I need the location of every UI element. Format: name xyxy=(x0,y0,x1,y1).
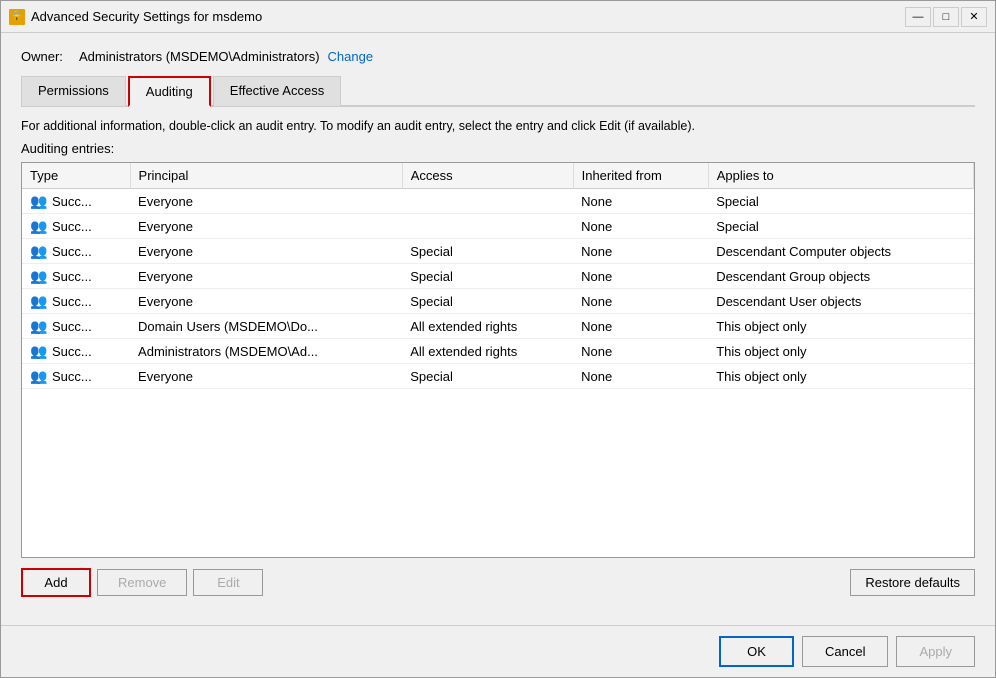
cell-principal: Everyone xyxy=(130,289,402,314)
cell-applies-to: This object only xyxy=(708,339,973,364)
cell-access: Special xyxy=(402,364,573,389)
col-principal: Principal xyxy=(130,163,402,189)
table-row[interactable]: 👥Succ...EveryoneSpecialNoneDescendant Co… xyxy=(22,239,974,264)
remove-button[interactable]: Remove xyxy=(97,569,187,596)
cell-applies-to: This object only xyxy=(708,364,973,389)
cell-principal: Everyone xyxy=(130,364,402,389)
user-icon: 👥 xyxy=(30,243,48,259)
cell-applies-to: This object only xyxy=(708,314,973,339)
tab-effective-access[interactable]: Effective Access xyxy=(213,76,341,107)
table-row[interactable]: 👥Succ...Administrators (MSDEMO\Ad...All … xyxy=(22,339,974,364)
tab-permissions[interactable]: Permissions xyxy=(21,76,126,107)
cell-type: 👥Succ... xyxy=(22,289,130,314)
table-row[interactable]: 👥Succ...Everyone NoneSpecial xyxy=(22,214,974,239)
edit-button[interactable]: Edit xyxy=(193,569,263,596)
window-title: Advanced Security Settings for msdemo xyxy=(31,9,905,24)
cell-access xyxy=(402,189,573,214)
cell-principal: Everyone xyxy=(130,264,402,289)
cell-principal: Administrators (MSDEMO\Ad... xyxy=(130,339,402,364)
user-icon: 👥 xyxy=(30,318,48,334)
cell-applies-to: Descendant User objects xyxy=(708,289,973,314)
table-row[interactable]: 👥Succ...Domain Users (MSDEMO\Do...All ex… xyxy=(22,314,974,339)
cell-principal: Everyone xyxy=(130,214,402,239)
cell-principal: Domain Users (MSDEMO\Do... xyxy=(130,314,402,339)
tab-auditing[interactable]: Auditing xyxy=(128,76,211,107)
window-icon: 🔒 xyxy=(9,9,25,25)
cell-type: 👥Succ... xyxy=(22,189,130,214)
dialog-footer: OK Cancel Apply xyxy=(1,625,995,677)
owner-value: Administrators (MSDEMO\Administrators) xyxy=(79,49,320,64)
user-icon: 👥 xyxy=(30,218,48,234)
cell-type: 👥Succ... xyxy=(22,264,130,289)
cell-inherited-from: None xyxy=(573,214,708,239)
title-bar-controls: — □ ✕ xyxy=(905,7,987,27)
auditing-entries-table[interactable]: Type Principal Access Inherited from App… xyxy=(21,162,975,558)
user-icon: 👥 xyxy=(30,193,48,209)
cell-applies-to: Descendant Group objects xyxy=(708,264,973,289)
cell-applies-to: Descendant Computer objects xyxy=(708,239,973,264)
restore-defaults-button[interactable]: Restore defaults xyxy=(850,569,975,596)
cell-type: 👥Succ... xyxy=(22,239,130,264)
maximize-button[interactable]: □ xyxy=(933,7,959,27)
cell-inherited-from: None xyxy=(573,239,708,264)
action-bar: Add Remove Edit Restore defaults xyxy=(21,568,975,597)
minimize-button[interactable]: — xyxy=(905,7,931,27)
cell-applies-to: Special xyxy=(708,189,973,214)
ok-button[interactable]: OK xyxy=(719,636,794,667)
apply-button[interactable]: Apply xyxy=(896,636,975,667)
section-label: Auditing entries: xyxy=(21,141,975,156)
cell-access: Special xyxy=(402,239,573,264)
change-owner-link[interactable]: Change xyxy=(328,49,374,64)
table-row[interactable]: 👥Succ...EveryoneSpecialNoneDescendant Us… xyxy=(22,289,974,314)
cell-access: Special xyxy=(402,264,573,289)
dialog-content: Owner: Administrators (MSDEMO\Administra… xyxy=(1,33,995,625)
close-button[interactable]: ✕ xyxy=(961,7,987,27)
cell-type: 👥Succ... xyxy=(22,364,130,389)
cell-type: 👥Succ... xyxy=(22,314,130,339)
cell-access: All extended rights xyxy=(402,314,573,339)
cell-inherited-from: None xyxy=(573,339,708,364)
cell-principal: Everyone xyxy=(130,189,402,214)
user-icon: 👥 xyxy=(30,268,48,284)
table-header-row: Type Principal Access Inherited from App… xyxy=(22,163,974,189)
user-icon: 👥 xyxy=(30,343,48,359)
col-inherited-from: Inherited from xyxy=(573,163,708,189)
main-window: 🔒 Advanced Security Settings for msdemo … xyxy=(0,0,996,678)
table-row[interactable]: 👥Succ...Everyone NoneSpecial xyxy=(22,189,974,214)
add-button[interactable]: Add xyxy=(21,568,91,597)
table-row[interactable]: 👥Succ...EveryoneSpecialNoneDescendant Gr… xyxy=(22,264,974,289)
cell-inherited-from: None xyxy=(573,289,708,314)
cell-access xyxy=(402,214,573,239)
cell-inherited-from: None xyxy=(573,264,708,289)
cell-access: Special xyxy=(402,289,573,314)
table-row[interactable]: 👥Succ...EveryoneSpecialNoneThis object o… xyxy=(22,364,974,389)
cell-inherited-from: None xyxy=(573,364,708,389)
cell-type: 👥Succ... xyxy=(22,214,130,239)
cell-access: All extended rights xyxy=(402,339,573,364)
col-applies-to: Applies to xyxy=(708,163,973,189)
col-type: Type xyxy=(22,163,130,189)
cell-applies-to: Special xyxy=(708,214,973,239)
owner-label: Owner: xyxy=(21,49,71,64)
cell-inherited-from: None xyxy=(573,314,708,339)
owner-row: Owner: Administrators (MSDEMO\Administra… xyxy=(21,49,975,64)
cell-inherited-from: None xyxy=(573,189,708,214)
info-text: For additional information, double-click… xyxy=(21,119,975,133)
title-bar: 🔒 Advanced Security Settings for msdemo … xyxy=(1,1,995,33)
cell-principal: Everyone xyxy=(130,239,402,264)
cell-type: 👥Succ... xyxy=(22,339,130,364)
user-icon: 👥 xyxy=(30,293,48,309)
col-access: Access xyxy=(402,163,573,189)
tab-bar: Permissions Auditing Effective Access xyxy=(21,76,975,107)
cancel-button[interactable]: Cancel xyxy=(802,636,888,667)
user-icon: 👥 xyxy=(30,368,48,384)
